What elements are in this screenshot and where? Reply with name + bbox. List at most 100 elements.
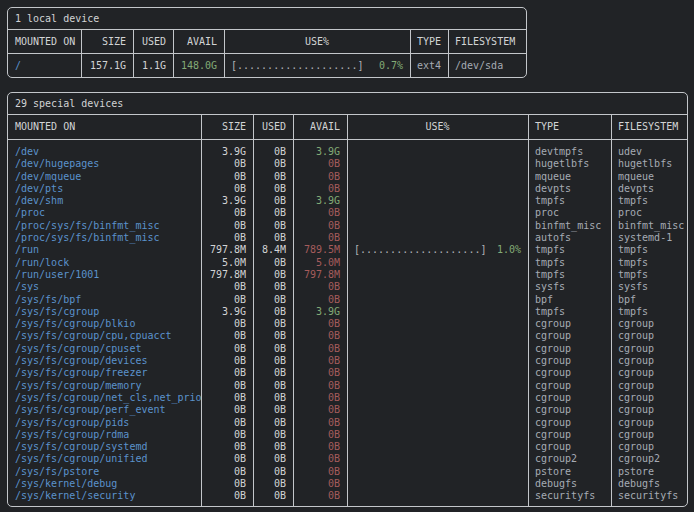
size-cell: 0B xyxy=(201,158,253,170)
col-header-use-: USE% xyxy=(347,115,528,139)
used-cell: 0B xyxy=(253,207,293,219)
filesystem-cell: hugetlbfs xyxy=(611,158,687,170)
filesystem-cell: cgroup xyxy=(611,429,687,441)
type-cell: bpf xyxy=(528,294,611,306)
usage-bar: [....................] xyxy=(231,54,363,77)
filesystem-cell: tmpfs xyxy=(611,306,687,318)
size-cell: 0B xyxy=(201,478,253,490)
size-cell: 157.1G xyxy=(81,54,133,77)
size-cell: 0B xyxy=(201,392,253,404)
use-cell xyxy=(347,232,528,244)
mounted-on-cell: /sys/fs/cgroup/net_cls,net_prio xyxy=(8,392,201,404)
use-cell xyxy=(347,330,528,342)
use-cell xyxy=(347,257,528,269)
special-devices-table-title: 29 special devices xyxy=(8,93,687,115)
col-header-size: SIZE xyxy=(201,115,253,139)
type-cell: proc xyxy=(528,207,611,219)
used-cell: 0B xyxy=(253,220,293,232)
fs-row: /sys/fs/cgroup/devices0B0B0Bcgroupcgroup xyxy=(8,355,687,367)
size-cell: 0B xyxy=(201,281,253,293)
local-devices-table: 1 local device MOUNTED ONSIZEUSEDAVAILUS… xyxy=(7,7,527,78)
size-cell: 0B xyxy=(201,330,253,342)
avail-cell: 3.9G xyxy=(293,146,347,158)
mounted-on-cell: /dev/mqueue xyxy=(8,171,201,183)
type-cell: cgroup2 xyxy=(528,453,611,465)
filesystem-cell: cgroup xyxy=(611,380,687,392)
type-cell: pstore xyxy=(528,466,611,478)
use-cell xyxy=(347,429,528,441)
used-cell: 0B xyxy=(253,146,293,158)
used-cell: 0B xyxy=(253,306,293,318)
size-cell: 0B xyxy=(201,171,253,183)
fs-row: /sys/fs/cgroup/systemd0B0B0Bcgroupcgroup xyxy=(8,441,687,453)
mounted-on-cell: /dev/shm xyxy=(8,195,201,207)
mounted-on-cell: /sys/fs/cgroup/rdma xyxy=(8,429,201,441)
avail-cell: 0B xyxy=(293,367,347,379)
filesystem-cell: /dev/sda xyxy=(448,54,526,77)
filesystem-cell: securityfs xyxy=(611,490,687,502)
filesystem-cell: tmpfs xyxy=(611,244,687,256)
type-cell: sysfs xyxy=(528,281,611,293)
fs-row: /proc/sys/fs/binfmt_misc0B0B0Bautofssyst… xyxy=(8,232,687,244)
type-cell: cgroup xyxy=(528,392,611,404)
special-devices-header-row: MOUNTED ONSIZEUSEDAVAILUSE%TYPEFILESYSTE… xyxy=(8,115,687,140)
fs-row: /dev/shm3.9G0B3.9Gtmpfstmpfs xyxy=(8,195,687,207)
type-cell: tmpfs xyxy=(528,269,611,281)
type-cell: autofs xyxy=(528,232,611,244)
used-cell: 0B xyxy=(253,183,293,195)
col-header-filesystem: FILESYSTEM xyxy=(448,30,526,53)
avail-cell: 0B xyxy=(293,330,347,342)
filesystem-cell: tmpfs xyxy=(611,257,687,269)
used-cell: 0B xyxy=(253,429,293,441)
used-cell: 0B xyxy=(253,257,293,269)
use-cell xyxy=(347,171,528,183)
use-cell xyxy=(347,441,528,453)
fs-row: /sys/fs/bpf0B0B0Bbpfbpf xyxy=(8,294,687,306)
avail-cell: 3.9G xyxy=(293,306,347,318)
col-header-size: SIZE xyxy=(81,30,133,53)
use-cell xyxy=(347,306,528,318)
used-cell: 0B xyxy=(253,380,293,392)
fs-row: /dev/hugepages0B0B0Bhugetlbfshugetlbfs xyxy=(8,158,687,170)
type-cell: cgroup xyxy=(528,417,611,429)
type-cell: ext4 xyxy=(410,54,448,77)
fs-row: /sys/fs/cgroup/perf_event0B0B0Bcgroupcgr… xyxy=(8,404,687,416)
col-header-used: USED xyxy=(133,30,173,53)
size-cell: 0B xyxy=(201,318,253,330)
avail-cell: 0B xyxy=(293,392,347,404)
fs-row: /proc/sys/fs/binfmt_misc0B0B0Bbinfmt_mis… xyxy=(8,220,687,232)
local-devices-header-row: MOUNTED ONSIZEUSEDAVAILUSE%TYPEFILESYSTE… xyxy=(8,30,526,54)
col-header-use-: USE% xyxy=(224,30,410,53)
fs-row: /sys/fs/cgroup/net_cls,net_prio0B0B0Bcgr… xyxy=(8,392,687,404)
filesystem-cell: mqueue xyxy=(611,171,687,183)
filesystem-cell: cgroup2 xyxy=(611,453,687,465)
fs-row: /dev3.9G0B3.9Gdevtmpfsudev xyxy=(8,146,687,158)
mounted-on-cell: /sys/fs/cgroup/devices xyxy=(8,355,201,367)
used-cell: 0B xyxy=(253,490,293,502)
size-cell: 0B xyxy=(201,367,253,379)
mounted-on-cell: /run/user/1001 xyxy=(8,269,201,281)
fs-row: /157.1G1.1G148.0G[....................]0… xyxy=(8,54,526,77)
use-cell xyxy=(347,417,528,429)
filesystem-cell: cgroup xyxy=(611,441,687,453)
type-cell: cgroup xyxy=(528,380,611,392)
used-cell: 0B xyxy=(253,367,293,379)
type-cell: cgroup xyxy=(528,330,611,342)
type-cell: binfmt_misc xyxy=(528,220,611,232)
use-cell xyxy=(347,355,528,367)
size-cell: 0B xyxy=(201,490,253,502)
terminal-output: 1 local device MOUNTED ONSIZEUSEDAVAILUS… xyxy=(0,0,694,512)
col-header-used: USED xyxy=(253,115,293,139)
filesystem-cell: bpf xyxy=(611,294,687,306)
used-cell: 0B xyxy=(253,343,293,355)
mounted-on-cell: /proc/sys/fs/binfmt_misc xyxy=(8,232,201,244)
filesystem-cell: cgroup xyxy=(611,404,687,416)
type-cell: devtmpfs xyxy=(528,146,611,158)
type-cell: tmpfs xyxy=(528,244,611,256)
col-header-mounted-on: MOUNTED ON xyxy=(8,30,81,53)
fs-row: /run797.8M8.4M789.5M[...................… xyxy=(8,244,687,256)
mounted-on-cell: /proc/sys/fs/binfmt_misc xyxy=(8,220,201,232)
type-cell: cgroup xyxy=(528,318,611,330)
avail-cell: 0B xyxy=(293,158,347,170)
col-header-mounted-on: MOUNTED ON xyxy=(8,115,201,139)
